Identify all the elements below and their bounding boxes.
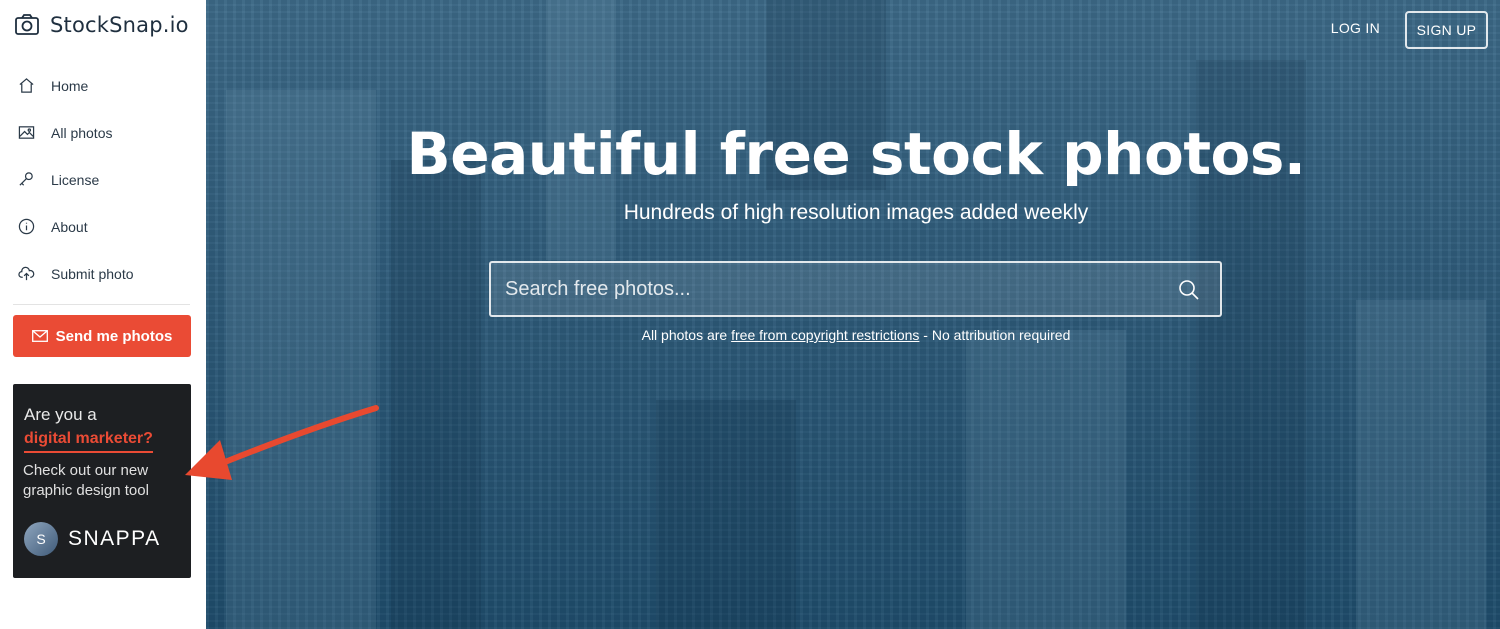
background-building — [1356, 300, 1486, 629]
license-note: All photos are free from copyright restr… — [206, 327, 1500, 343]
ad-text-line1: Are you a — [24, 405, 97, 424]
sidebar-item-about[interactable]: About — [0, 203, 206, 250]
license-note-prefix: All photos are — [641, 327, 732, 343]
sidebar-item-submit-photo[interactable]: Submit photo — [0, 250, 206, 297]
send-me-photos-button[interactable]: Send me photos — [13, 315, 191, 357]
sign-up-button[interactable]: SIGN UP — [1405, 11, 1488, 49]
hero-banner: LOG IN SIGN UP Beautiful free stock phot… — [206, 0, 1500, 629]
annotation-arrow-icon — [185, 405, 379, 480]
sidebar-item-home[interactable]: Home — [0, 62, 206, 109]
sidebar-divider — [13, 304, 190, 305]
background-building — [391, 160, 481, 629]
sidebar-item-label: About — [51, 218, 88, 235]
sidebar-item-all-photos[interactable]: All photos — [0, 109, 206, 156]
log-in-link[interactable]: LOG IN — [1331, 20, 1380, 36]
sidebar-nav: Home All photos License About Submit pho… — [0, 62, 206, 297]
sidebar-item-license[interactable]: License — [0, 156, 206, 203]
envelope-icon — [31, 330, 48, 342]
snappa-logo-text: SNAPPA — [68, 527, 161, 550]
sign-up-label: SIGN UP — [1416, 22, 1477, 38]
key-icon — [19, 172, 33, 186]
sidebar-item-label: All photos — [51, 124, 113, 141]
ad-text-line3: Check out our new graphic design tool — [23, 462, 149, 499]
license-note-suffix: - No attribution required — [919, 327, 1071, 343]
camera-icon — [15, 14, 39, 35]
sidebar-item-label: Home — [51, 77, 89, 94]
copyright-link[interactable]: free from copyright restrictions — [731, 327, 919, 343]
search-icon[interactable] — [1178, 279, 1200, 301]
home-icon — [19, 78, 34, 93]
background-building — [966, 330, 1126, 629]
background-building — [656, 400, 796, 629]
ad-text-highlight: digital marketer? — [24, 430, 153, 453]
brand-name: StockSnap.io — [50, 13, 189, 37]
image-icon — [18, 126, 35, 139]
send-button-label: Send me photos — [55, 327, 173, 345]
snappa-ad[interactable]: Are you a digital marketer? Check out ou… — [13, 384, 191, 578]
info-icon — [18, 218, 35, 235]
search-input[interactable] — [491, 263, 1171, 315]
hero-subtitle: Hundreds of high resolution images added… — [623, 201, 1089, 224]
sidebar-item-label: License — [51, 171, 100, 188]
sidebar-item-label: Submit photo — [51, 265, 134, 282]
snappa-logo-mark: S — [24, 522, 58, 556]
search-box[interactable] — [489, 261, 1222, 317]
hero-title: Beautiful free stock photos. — [406, 120, 1306, 188]
logo[interactable]: StockSnap.io — [14, 12, 189, 38]
upload-cloud-icon — [18, 266, 35, 281]
snappa-logo: S SNAPPA — [24, 522, 161, 556]
sidebar: StockSnap.io Home All photos License Abo… — [0, 0, 206, 629]
